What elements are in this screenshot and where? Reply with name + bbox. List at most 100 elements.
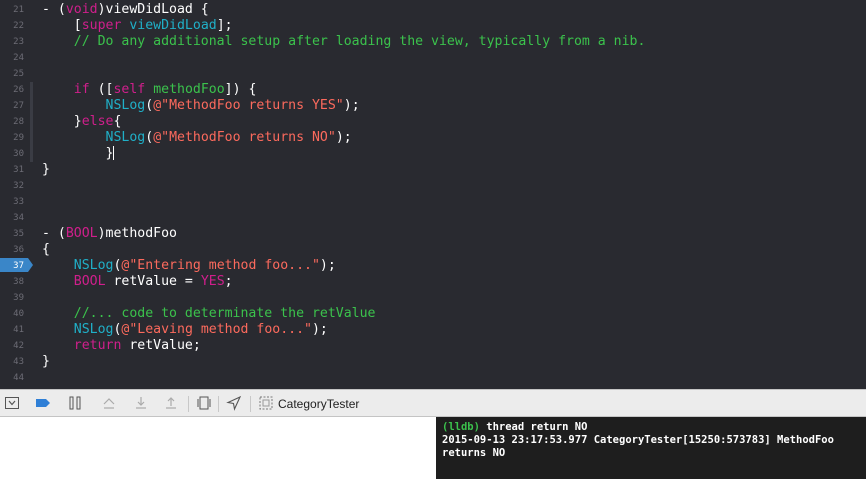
code-line-comment[interactable]: //... code to determinate the retValue (42, 306, 376, 322)
code-token: [ (42, 18, 82, 33)
code-token: ([ (89, 82, 114, 97)
text-cursor (113, 146, 115, 160)
code-token: ( (145, 98, 154, 113)
code-line[interactable]: }else{ (42, 114, 122, 130)
console-output-line: returns NO (442, 447, 506, 459)
line-number: 26 (13, 85, 24, 95)
line-number: 23 (13, 37, 24, 47)
code-line[interactable]: NSLog(@"MethodFoo returns YES"); (42, 98, 360, 114)
code-token-keyword: else (81, 114, 114, 129)
code-token: retValue = (105, 274, 201, 289)
code-line[interactable]: NSLog(@"MethodFoo returns NO"); (42, 130, 352, 146)
line-number: 21 (13, 5, 24, 15)
line-number-gutter[interactable]: 21 22 23 24 25 26 27 28 29 30 31 32 33 3… (0, 0, 33, 389)
code-token-function: NSLog (105, 130, 146, 145)
code-line[interactable]: - (BOOL)methodFoo (42, 226, 177, 242)
variables-view[interactable] (0, 417, 436, 479)
toolbar-separator (218, 396, 219, 412)
code-token: )methodFoo (97, 226, 177, 241)
line-number: 25 (13, 69, 24, 79)
step-into-icon[interactable] (133, 395, 149, 411)
console-command-line: (lldb) thread return NO (442, 421, 860, 434)
code-token: ); (311, 322, 328, 337)
code-token: ( (145, 130, 154, 145)
code-token: ]) { (224, 82, 257, 97)
breakpoints-toggle-icon[interactable] (35, 395, 51, 411)
code-line[interactable]: NSLog(@"Leaving method foo..."); (42, 322, 328, 338)
code-token-method: viewDidLoad (129, 18, 217, 33)
line-number: 44 (13, 373, 24, 383)
code-line[interactable]: return retValue; (42, 338, 201, 354)
code-line-comment[interactable]: // Do any additional setup after loading… (42, 34, 646, 50)
code-token: ); (335, 130, 352, 145)
code-line[interactable]: } (42, 354, 50, 370)
code-token: ); (343, 98, 360, 113)
simulate-location-icon[interactable] (226, 395, 242, 411)
line-number: 24 (13, 53, 24, 63)
code-token-function: NSLog (105, 98, 146, 113)
pause-continue-icon[interactable] (67, 395, 83, 411)
code-token: } (42, 114, 82, 129)
target-name-label[interactable]: CategoryTester (278, 396, 359, 412)
code-token-string: @"Leaving method foo..." (121, 322, 312, 337)
debug-bar: CategoryTester (0, 389, 866, 417)
code-token-string: @"MethodFoo returns YES" (153, 98, 344, 113)
source-editor[interactable]: 21 22 23 24 25 26 27 28 29 30 31 32 33 3… (0, 0, 866, 389)
code-line[interactable]: { (42, 242, 50, 258)
line-number: 33 (13, 197, 24, 207)
code-line-current[interactable]: NSLog(@"Entering method foo..."); (42, 258, 336, 274)
code-line[interactable]: [super viewDidLoad]; (42, 18, 233, 34)
change-indicator-bar (30, 82, 33, 162)
line-number: 30 (13, 149, 24, 159)
line-number-current: 37 (13, 261, 24, 271)
toolbar-separator (250, 396, 251, 412)
code-token-function: NSLog (73, 258, 114, 273)
line-number: 41 (13, 325, 24, 335)
code-token-string: @"MethodFoo returns NO" (153, 130, 336, 145)
target-icon (258, 395, 274, 411)
line-number: 32 (13, 181, 24, 191)
code-line[interactable]: - (void)viewDidLoad { (42, 2, 209, 18)
line-number: 43 (13, 357, 24, 367)
line-number: 35 (13, 229, 24, 239)
code-line[interactable]: if ([self methodFoo]) { (42, 82, 257, 98)
code-token: retValue; (121, 338, 201, 353)
step-out-icon[interactable] (163, 395, 179, 411)
code-token: } (42, 146, 114, 161)
line-number: 28 (13, 117, 24, 127)
step-over-icon[interactable] (101, 395, 117, 411)
line-number: 34 (13, 213, 24, 223)
debug-console[interactable]: (lldb) thread return NO 2015-09-13 23:17… (436, 417, 866, 479)
code-token: ; (224, 274, 233, 289)
code-token-keyword: void (65, 2, 98, 17)
code-line[interactable]: } (42, 146, 115, 162)
code-token-function: NSLog (73, 322, 114, 337)
line-number: 39 (13, 293, 24, 303)
console-command: thread return NO (479, 421, 588, 433)
hide-debug-area-icon[interactable] (4, 395, 20, 411)
code-token: ]; (216, 18, 233, 33)
code-token: { (113, 114, 122, 129)
console-output-line: 2015-09-13 23:17:53.977 CategoryTester[1… (442, 434, 834, 446)
code-line[interactable]: } (42, 162, 50, 178)
line-number: 27 (13, 101, 24, 111)
line-number: 22 (13, 21, 24, 31)
debug-view-hierarchy-icon[interactable] (196, 395, 212, 411)
line-number: 38 (13, 277, 24, 287)
code-token-keyword: self (113, 82, 146, 97)
console-prompt: (lldb) (442, 421, 480, 433)
code-token-type: BOOL (73, 274, 106, 289)
line-number: 36 (13, 245, 24, 255)
code-line[interactable]: BOOL retValue = YES; (42, 274, 233, 290)
line-number: 42 (13, 341, 24, 351)
code-token-keyword: BOOL (65, 226, 98, 241)
line-number: 40 (13, 309, 24, 319)
code-token-string: @"Entering method foo..." (121, 258, 320, 273)
